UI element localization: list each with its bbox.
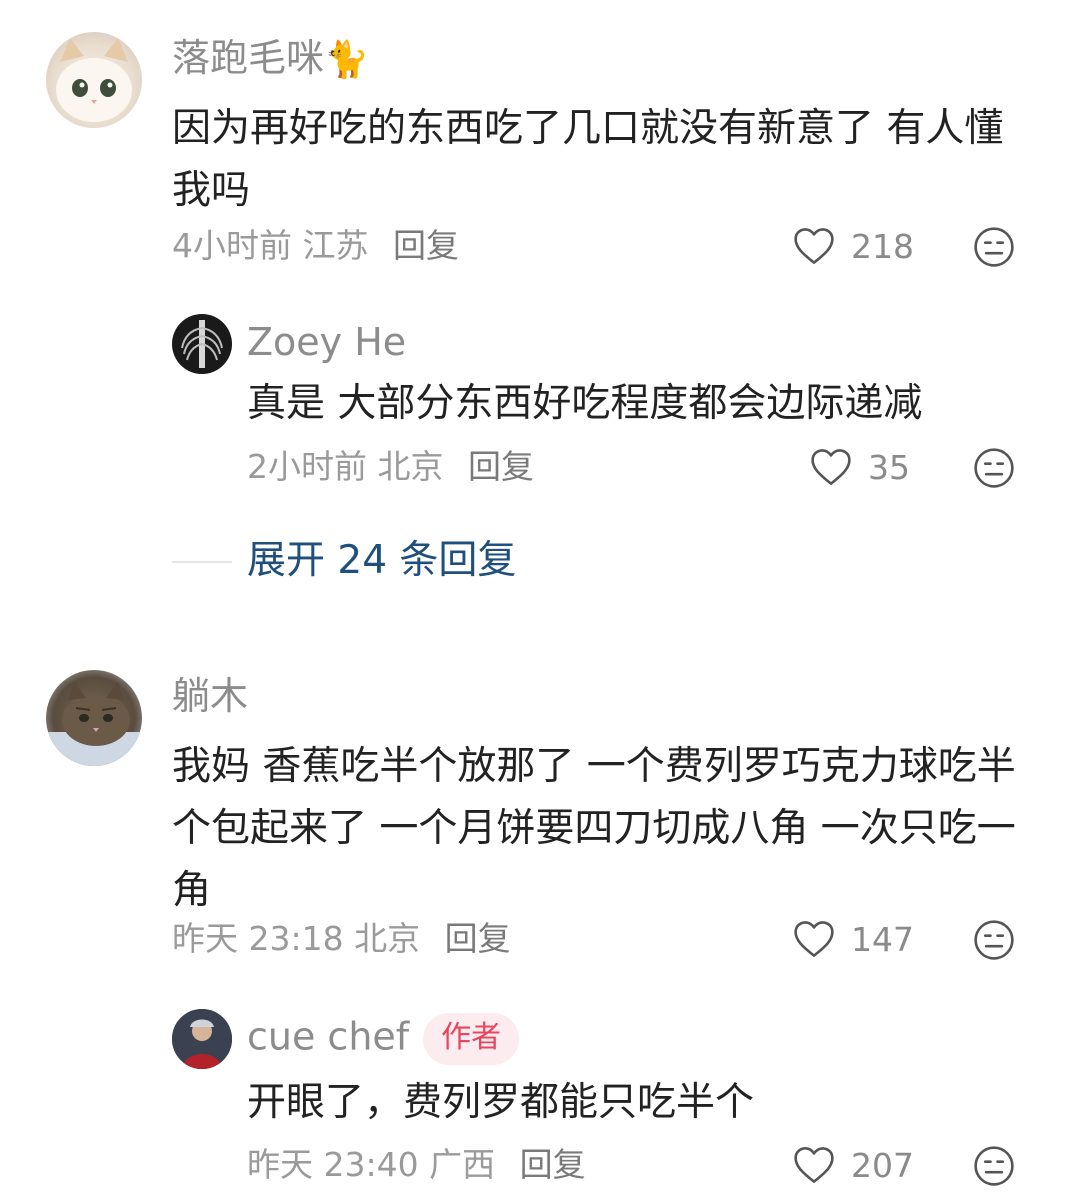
- like-count: 35: [868, 447, 910, 487]
- meh-face-icon: [974, 448, 1014, 488]
- username[interactable]: 躺木: [172, 674, 248, 718]
- heart-outline-icon: [811, 449, 851, 485]
- comment-text: 我妈 香蕉吃半个放那了 一个费列罗巧克力球吃半个包起来了 一个月饼要四刀切成八角…: [172, 744, 1016, 913]
- author-badge: 作者: [423, 1013, 520, 1065]
- xray-avatar-image: [181, 320, 223, 368]
- reply-text: 真是 大部分东西好吃程度都会边际递减: [247, 381, 923, 426]
- kitten-avatar-image: [46, 682, 142, 766]
- like-button[interactable]: 147: [793, 915, 914, 963]
- comment-meta: 4小时前 江苏 回复: [172, 226, 459, 266]
- dislike-button[interactable]: [973, 447, 1015, 489]
- cat-avatar-image: [56, 38, 132, 122]
- comment-text: 因为再好吃的东西吃了几口就没有新意了 有人懂我吗: [172, 106, 1004, 213]
- reply-time: 昨天 23:40: [247, 1145, 419, 1184]
- like-button[interactable]: 35: [810, 443, 910, 491]
- heart-outline-icon: [794, 921, 834, 957]
- reply-location: 广西: [429, 1145, 496, 1184]
- expand-replies-button[interactable]: 展开 24 条回复: [247, 538, 516, 584]
- reply-button[interactable]: 回复: [468, 447, 534, 486]
- avatar[interactable]: [46, 670, 142, 766]
- meh-face-icon: [974, 1146, 1014, 1186]
- username-text: cue chef: [247, 1014, 410, 1059]
- comment-location: 北京: [354, 919, 421, 958]
- reply-location: 北京: [377, 447, 444, 486]
- like-button[interactable]: 218: [793, 222, 914, 270]
- username[interactable]: cue chef 作者: [247, 1013, 520, 1065]
- like-count: 207: [851, 1145, 914, 1185]
- cat-emoji-icon: 🐈: [324, 39, 369, 81]
- avatar[interactable]: [172, 314, 232, 374]
- like-count: 218: [851, 226, 914, 266]
- username[interactable]: 落跑毛咪🐈: [172, 36, 369, 83]
- avatar[interactable]: [46, 32, 142, 128]
- heart-outline-icon: [794, 1147, 834, 1183]
- reply-meta: 昨天 23:40 广西 回复: [247, 1145, 586, 1185]
- comment-location: 江苏: [302, 226, 369, 265]
- reply-meta: 2小时前 北京 回复: [247, 447, 534, 487]
- reply-text: 开眼了，费列罗都能只吃半个: [247, 1080, 755, 1125]
- heart-outline-icon: [794, 228, 834, 264]
- divider: [172, 561, 232, 563]
- chef-avatar-image: [172, 1009, 232, 1069]
- dislike-button[interactable]: [973, 919, 1015, 961]
- comment-time: 4小时前: [172, 226, 292, 265]
- comment-time: 昨天 23:18: [172, 919, 344, 958]
- reply-button[interactable]: 回复: [445, 919, 511, 958]
- reply-time: 2小时前: [247, 447, 367, 486]
- dislike-button[interactable]: [973, 1145, 1015, 1187]
- dislike-button[interactable]: [973, 226, 1015, 268]
- meh-face-icon: [974, 227, 1014, 267]
- comment-meta: 昨天 23:18 北京 回复: [172, 919, 511, 959]
- avatar[interactable]: [172, 1009, 232, 1069]
- reply-button[interactable]: 回复: [393, 226, 459, 265]
- like-button[interactable]: 207: [793, 1141, 914, 1189]
- like-count: 147: [851, 919, 914, 959]
- meh-face-icon: [974, 920, 1014, 960]
- username[interactable]: Zoey He: [247, 320, 406, 364]
- reply-button[interactable]: 回复: [520, 1145, 586, 1184]
- username-text: 落跑毛咪: [172, 36, 325, 80]
